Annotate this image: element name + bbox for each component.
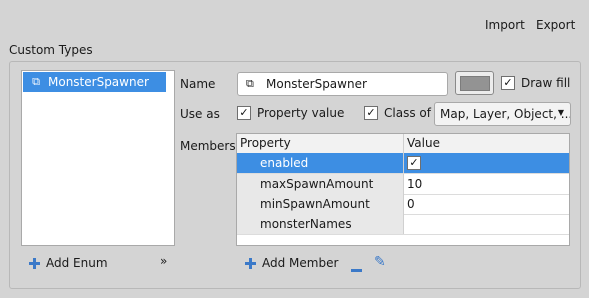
members-table[interactable]: Property Value enabled ✓ maxSpawnAmount … [236, 133, 570, 246]
property-name: minSpawnAmount [260, 197, 370, 211]
table-row[interactable]: monsterNames [237, 214, 569, 235]
column-header-property[interactable]: Property [240, 136, 291, 150]
add-member-label: Add Member [262, 256, 339, 270]
custom-types-group-title: Custom Types [9, 43, 93, 57]
property-value-check-icon: ✓ [237, 106, 251, 120]
header-divider [403, 134, 404, 153]
name-field[interactable]: ⧉ MonsterSpawner [237, 72, 448, 96]
property-name: monsterNames [260, 217, 352, 231]
value-cell[interactable] [404, 214, 569, 234]
use-as-label: Use as [180, 107, 220, 121]
chevron-double-right-icon[interactable]: » [160, 254, 167, 268]
name-field-value: MonsterSpawner [266, 77, 367, 91]
draw-fill-checkbox[interactable]: ✓ Draw fill [501, 76, 570, 90]
add-enum-label: Add Enum [46, 256, 108, 270]
add-enum-button[interactable]: Add Enum [29, 256, 108, 270]
custom-type-list[interactable]: ⧉ MonsterSpawner [21, 70, 175, 246]
table-row[interactable]: minSpawnAmount 0 [237, 194, 569, 215]
remove-member-button[interactable] [351, 261, 362, 275]
plus-icon [29, 257, 40, 269]
property-name: enabled [260, 156, 309, 170]
property-value: 0 [407, 197, 415, 211]
class-of-select[interactable]: Map, Layer, Object, ... ▼ [434, 102, 571, 126]
color-button[interactable] [455, 71, 494, 95]
property-value-checkbox[interactable]: ✓ Property value [237, 106, 344, 120]
property-cell[interactable]: enabled [237, 153, 404, 173]
property-value-label: Property value [257, 106, 345, 120]
property-cell[interactable]: maxSpawnAmount [237, 174, 404, 194]
pencil-icon: ✎ [374, 254, 386, 270]
plus-icon [245, 257, 256, 269]
value-cell[interactable]: 0 [404, 194, 569, 214]
property-name: maxSpawnAmount [260, 177, 374, 191]
class-of-label: Class of [384, 106, 431, 120]
color-swatch [460, 76, 490, 91]
draw-fill-label: Draw fill [521, 76, 571, 90]
table-row[interactable]: maxSpawnAmount 10 [237, 174, 569, 195]
draw-fill-check-icon: ✓ [501, 76, 515, 90]
class-icon: ⧉ [246, 77, 254, 90]
class-of-check-icon: ✓ [364, 106, 378, 120]
custom-type-item[interactable]: ⧉ MonsterSpawner [23, 72, 166, 92]
class-of-checkbox[interactable]: ✓ Class of [364, 106, 431, 120]
enabled-value-checkbox[interactable]: ✓ [407, 156, 421, 170]
members-label: Members [180, 139, 236, 153]
class-of-select-value: Map, Layer, Object, ... [440, 107, 570, 121]
value-cell[interactable]: ✓ [404, 153, 569, 173]
custom-type-item-label: MonsterSpawner [48, 75, 149, 89]
rename-member-button[interactable]: ✎ [374, 254, 386, 270]
table-row[interactable]: enabled ✓ [237, 153, 569, 174]
column-header-value[interactable]: Value [407, 136, 440, 150]
name-label: Name [180, 77, 216, 91]
minus-icon [351, 269, 362, 272]
property-cell[interactable]: monsterNames [237, 214, 404, 234]
chevron-down-icon: ▼ [557, 108, 564, 117]
class-icon: ⧉ [32, 75, 40, 88]
import-button[interactable]: Import [485, 18, 525, 32]
property-value: 10 [407, 177, 423, 191]
value-cell[interactable]: 10 [404, 174, 569, 194]
property-cell[interactable]: minSpawnAmount [237, 194, 404, 214]
add-member-button[interactable]: Add Member [245, 256, 338, 270]
export-button[interactable]: Export [536, 18, 575, 32]
members-table-header: Property Value [237, 134, 569, 154]
